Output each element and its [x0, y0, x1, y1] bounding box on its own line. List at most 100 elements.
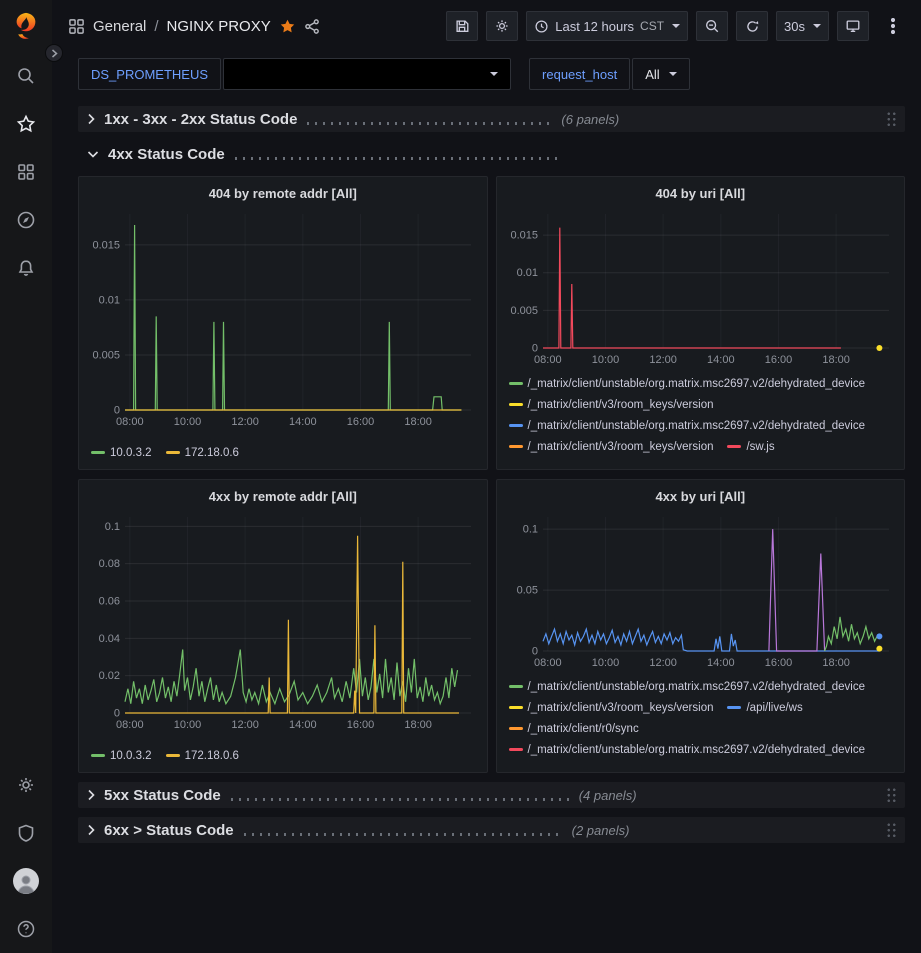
legend-item[interactable]: /_matrix/client/v3/room_keys/version — [509, 397, 714, 413]
tv-icon — [845, 18, 861, 34]
row-title: 1xx - 3xx - 2xx Status Code — [104, 111, 297, 128]
dotted-leader — [244, 833, 562, 836]
svg-text:0: 0 — [114, 405, 120, 417]
grafana-logo[interactable] — [0, 0, 52, 52]
legend-item[interactable]: /_matrix/client/unstable/org.matrix.msc2… — [509, 742, 866, 758]
chart-legend: /_matrix/client/unstable/org.matrix.msc2… — [505, 376, 897, 455]
sidebar-item-profile[interactable] — [0, 857, 52, 905]
row-drag-handle[interactable] — [886, 111, 897, 128]
sidebar-item-alerting[interactable] — [0, 244, 52, 292]
sidebar-expand-button[interactable] — [45, 44, 63, 62]
panel-title[interactable]: 4xx by remote addr [All] — [87, 486, 479, 509]
row-header-4xx[interactable]: 4xx Status Code — [78, 141, 905, 167]
svg-text:12:00: 12:00 — [231, 416, 259, 428]
legend-item[interactable]: /_matrix/client/v3/room_keys/version — [509, 439, 714, 455]
row-header-6xx[interactable]: 6xx > Status Code (2 panels) — [78, 817, 905, 843]
svg-text:10:00: 10:00 — [591, 657, 619, 669]
panel-404-by-remote-addr: 404 by remote addr [All] 00.0050.010.015… — [78, 176, 488, 470]
legend-item[interactable]: /_matrix/client/unstable/org.matrix.msc2… — [509, 418, 866, 434]
save-dashboard-button[interactable] — [446, 11, 478, 41]
row-header-5xx[interactable]: 5xx Status Code (4 panels) — [78, 782, 905, 808]
legend-item[interactable]: 172.18.0.6 — [166, 748, 239, 764]
refresh-interval-picker[interactable]: 30s — [776, 11, 829, 41]
sidebar-item-server-admin[interactable] — [0, 809, 52, 857]
sidebar-item-dashboards[interactable] — [0, 148, 52, 196]
legend-item[interactable]: /_matrix/client/unstable/org.matrix.msc2… — [509, 376, 866, 392]
datasource-value-select[interactable] — [223, 58, 511, 90]
legend-item[interactable]: 10.0.3.2 — [91, 748, 152, 764]
sidebar-item-configuration[interactable] — [0, 761, 52, 809]
sidebar-item-search[interactable] — [0, 52, 52, 100]
breadcrumb-section[interactable]: General — [93, 18, 146, 35]
timezone-label: CST — [640, 19, 664, 33]
chart-legend: /_matrix/client/unstable/org.matrix.msc2… — [505, 679, 897, 758]
svg-text:0: 0 — [531, 646, 537, 658]
chart-4xx-by-uri[interactable]: 00.050.108:0010:0012:0014:0016:0018:00 — [505, 509, 897, 671]
svg-text:18:00: 18:00 — [822, 657, 850, 669]
panel-title[interactable]: 404 by remote addr [All] — [87, 183, 479, 206]
dashboard-settings-button[interactable] — [486, 11, 518, 41]
gear-icon — [494, 18, 510, 34]
legend-item[interactable]: /sw.js — [727, 439, 774, 455]
chart-404-by-uri[interactable]: 00.0050.010.01508:0010:0012:0014:0016:00… — [505, 206, 897, 368]
legend-item[interactable]: /_matrix/client/v3/room_keys/version — [509, 700, 714, 716]
dashboard-title[interactable]: NGINX PROXY — [167, 18, 271, 35]
row-drag-handle[interactable] — [886, 822, 897, 839]
svg-text:10:00: 10:00 — [591, 354, 619, 366]
dashboard-canvas: 1xx - 3xx - 2xx Status Code (6 panels) 4… — [52, 98, 921, 843]
zoom-out-button[interactable] — [696, 11, 728, 41]
breadcrumb: General / NGINX PROXY — [68, 18, 321, 35]
share-button[interactable] — [304, 18, 321, 35]
svg-text:18:00: 18:00 — [404, 416, 432, 428]
svg-text:0.02: 0.02 — [99, 670, 120, 682]
chevron-down-icon — [813, 24, 821, 28]
svg-text:08:00: 08:00 — [116, 719, 144, 731]
sidebar — [0, 0, 52, 953]
request-host-value-select[interactable]: All — [632, 58, 689, 90]
chart-legend: 10.0.3.2 172.18.0.6 — [87, 445, 479, 461]
kebab-menu-button[interactable] — [877, 11, 909, 41]
svg-text:16:00: 16:00 — [347, 719, 375, 731]
panel-grid-row-2: 4xx by remote addr [All] 00.020.040.060.… — [78, 479, 905, 773]
favorite-star-button[interactable] — [279, 18, 296, 35]
row-panel-count: (4 panels) — [579, 788, 637, 803]
legend-item[interactable]: 172.18.0.6 — [166, 445, 239, 461]
row-panel-count: (6 panels) — [561, 112, 619, 127]
svg-text:0.01: 0.01 — [99, 294, 120, 306]
chevron-down-icon — [672, 24, 680, 28]
legend-item[interactable]: /api/live/ws — [727, 700, 802, 716]
chart-legend: 10.0.3.2 172.18.0.6 — [87, 748, 479, 764]
panel-title[interactable]: 404 by uri [All] — [505, 183, 897, 206]
refresh-interval-value: 30s — [784, 19, 805, 34]
legend-item[interactable]: /_matrix/client/r0/sync — [509, 721, 639, 737]
row-header-1xx-3xx-2xx[interactable]: 1xx - 3xx - 2xx Status Code (6 panels) — [78, 106, 905, 132]
sidebar-item-starred[interactable] — [0, 100, 52, 148]
bell-icon — [16, 258, 36, 278]
sidebar-item-help[interactable] — [0, 905, 52, 953]
help-icon — [16, 919, 36, 939]
save-icon — [454, 18, 470, 34]
submenu-variables: DS_PROMETHEUS request_host All — [52, 52, 921, 98]
time-range-picker[interactable]: Last 12 hours CST — [526, 11, 688, 41]
refresh-button[interactable] — [736, 11, 768, 41]
row-drag-handle[interactable] — [886, 787, 897, 804]
request-host-variable-label[interactable]: request_host — [529, 58, 630, 90]
legend-item[interactable]: /_matrix/client/unstable/org.matrix.msc2… — [509, 679, 866, 695]
svg-text:16:00: 16:00 — [764, 354, 792, 366]
svg-text:0.01: 0.01 — [516, 267, 537, 279]
chevron-right-icon — [87, 824, 95, 836]
search-icon — [16, 66, 36, 86]
chart-4xx-by-remote-addr[interactable]: 00.020.040.060.080.108:0010:0012:0014:00… — [87, 509, 479, 733]
datasource-variable-label[interactable]: DS_PROMETHEUS — [78, 58, 221, 90]
legend-item[interactable]: 10.0.3.2 — [91, 445, 152, 461]
share-icon — [304, 18, 321, 35]
panel-title[interactable]: 4xx by uri [All] — [505, 486, 897, 509]
svg-text:0.1: 0.1 — [522, 524, 537, 536]
top-navbar: General / NGINX PROXY — [52, 0, 921, 52]
sidebar-item-explore[interactable] — [0, 196, 52, 244]
svg-text:12:00: 12:00 — [649, 354, 677, 366]
chart-404-by-remote-addr[interactable]: 00.0050.010.01508:0010:0012:0014:0016:00… — [87, 206, 479, 430]
tv-mode-button[interactable] — [837, 11, 869, 41]
dotted-leader — [235, 157, 557, 160]
svg-text:16:00: 16:00 — [347, 416, 375, 428]
